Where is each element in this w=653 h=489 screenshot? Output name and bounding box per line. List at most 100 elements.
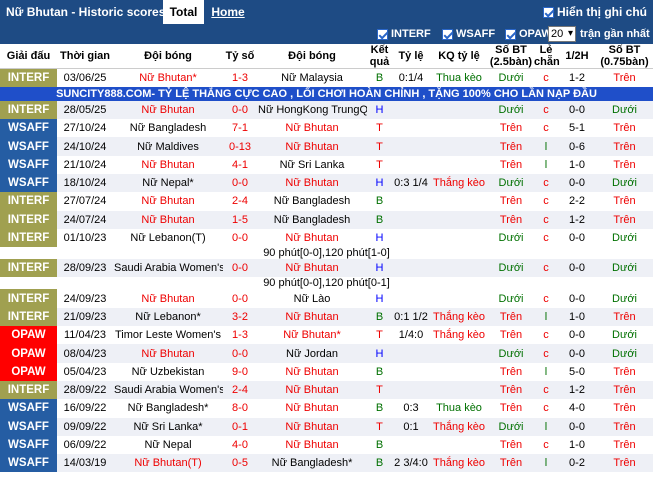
league-badge[interactable]: OPAW [0, 326, 57, 345]
match-score[interactable]: 0-0 [223, 259, 257, 278]
match-score[interactable]: 0-0 [223, 344, 257, 363]
away-team[interactable]: Nữ Bhutan [257, 435, 367, 455]
away-team[interactable]: Nữ HongKong TrungQuốc [257, 100, 367, 120]
league-badge[interactable]: INTERF [0, 307, 57, 327]
home-team[interactable]: Nữ Bhutan [113, 100, 223, 120]
match-score[interactable]: 3-2 [223, 307, 257, 327]
away-team[interactable]: Nữ Bangladesh* [257, 454, 367, 473]
away-team[interactable]: Nữ Bhutan [257, 259, 367, 278]
checkbox-icon[interactable] [543, 6, 554, 18]
home-team[interactable]: Nữ Lebanon* [113, 307, 223, 327]
checkbox-icon[interactable] [377, 28, 388, 40]
match-score[interactable]: 4-1 [223, 155, 257, 174]
match-score[interactable]: 0-0 [223, 228, 257, 248]
match-score[interactable]: 0-0 [223, 173, 257, 193]
match-score[interactable]: 0-0 [223, 100, 257, 120]
checkbox-icon[interactable] [505, 28, 516, 40]
match-score[interactable]: 7-1 [223, 119, 257, 138]
home-team[interactable]: Nữ Uzbekistan [113, 362, 223, 381]
away-team[interactable]: Nữ Malaysia [257, 68, 367, 87]
away-team[interactable]: Nữ Bangladesh [257, 210, 367, 229]
tab-total[interactable]: Total [163, 0, 204, 24]
home-team[interactable]: Timor Leste Women's [113, 326, 223, 345]
top-bar: Nữ Bhutan - Historic scores Total Home H… [0, 0, 653, 24]
home-team[interactable]: Nữ Bhutan [113, 344, 223, 363]
match-result: H [367, 259, 392, 278]
match-score[interactable]: 1-3 [223, 326, 257, 345]
home-team[interactable]: Nữ Bhutan [113, 210, 223, 229]
table-row: WSAFF 16/09/22 Nữ Bangladesh* 8-0 Nữ Bhutan B… [0, 399, 653, 418]
away-team[interactable]: Nữ Lào [257, 289, 367, 308]
ad-banner-row[interactable]: SUNCITY888.COM- TỶ LỆ THẮNG CỰC CAO , LỐ… [0, 86, 653, 101]
match-result: H [367, 100, 392, 120]
league-badge[interactable]: WSAFF [0, 399, 57, 418]
away-team[interactable]: Nữ Bhutan [257, 119, 367, 138]
home-team[interactable]: Nữ Bhutan [113, 192, 223, 211]
match-score[interactable]: 0-13 [223, 137, 257, 156]
home-team[interactable]: Nữ Bhutan [113, 289, 223, 308]
league-badge[interactable]: WSAFF [0, 119, 57, 138]
league-badge[interactable]: OPAW [0, 344, 57, 363]
away-team[interactable]: Nữ Bhutan [257, 307, 367, 327]
match-score[interactable]: 1-3 [223, 68, 257, 87]
league-badge[interactable]: WSAFF [0, 155, 57, 174]
match-score[interactable]: 4-0 [223, 435, 257, 455]
match-score[interactable]: 2-4 [223, 380, 257, 400]
league-badge[interactable]: WSAFF [0, 454, 57, 473]
league-badge[interactable]: INTERF [0, 259, 57, 278]
tab-home[interactable]: Home [208, 0, 248, 24]
away-team[interactable]: Nữ Bhutan [257, 173, 367, 193]
league-badge[interactable]: WSAFF [0, 173, 57, 193]
home-team[interactable]: Nữ Bhutan(T) [113, 454, 223, 473]
league-badge[interactable]: INTERF [0, 210, 57, 229]
home-team[interactable]: Nữ Bangladesh* [113, 399, 223, 418]
league-badge[interactable]: OPAW [0, 362, 57, 381]
away-team[interactable]: Nữ Bangladesh [257, 192, 367, 211]
home-team[interactable]: Saudi Arabia Women's [113, 259, 223, 278]
match-score[interactable]: 0-5 [223, 454, 257, 473]
match-score[interactable]: 9-0 [223, 362, 257, 381]
home-team[interactable]: Nữ Sri Lanka* [113, 417, 223, 436]
match-score[interactable]: 1-5 [223, 210, 257, 229]
show-notes-toggle[interactable]: Hiển thị ghi chú [543, 5, 647, 19]
filter-opaw[interactable]: OPAW [505, 28, 552, 40]
away-team[interactable]: Nữ Bhutan [257, 362, 367, 381]
away-team[interactable]: Nữ Bhutan [257, 380, 367, 400]
checkbox-icon[interactable] [442, 28, 453, 40]
away-team[interactable]: Nữ Bhutan* [257, 326, 367, 345]
goals-075: Dưới [596, 100, 653, 120]
league-badge[interactable]: INTERF [0, 380, 57, 400]
ad-banner[interactable]: SUNCITY888.COM- TỶ LỆ THẮNG CỰC CAO , LỐ… [0, 86, 653, 101]
league-badge[interactable]: INTERF [0, 289, 57, 308]
away-team[interactable]: Nữ Sri Lanka [257, 155, 367, 174]
match-score[interactable]: 0-0 [223, 289, 257, 308]
away-team[interactable]: Nữ Bhutan [257, 399, 367, 418]
odds-result [430, 435, 488, 455]
league-badge[interactable]: INTERF [0, 192, 57, 211]
home-team[interactable]: Nữ Bhutan [113, 155, 223, 174]
home-team[interactable]: Saudi Arabia Women's [113, 380, 223, 400]
away-team[interactable]: Nữ Jordan [257, 344, 367, 363]
home-team[interactable]: Nữ Nepal* [113, 173, 223, 193]
match-score[interactable]: 8-0 [223, 399, 257, 418]
league-badge[interactable]: INTERF [0, 100, 57, 120]
home-team[interactable]: Nữ Maldives [113, 137, 223, 156]
filter-interf[interactable]: INTERF [377, 28, 431, 40]
home-team[interactable]: Nữ Lebanon(T) [113, 228, 223, 248]
league-badge[interactable]: WSAFF [0, 417, 57, 436]
home-team[interactable]: Nữ Nepal [113, 435, 223, 455]
league-badge[interactable]: INTERF [0, 228, 57, 248]
league-badge[interactable]: WSAFF [0, 435, 57, 455]
odds-result: Thắng kèo [430, 326, 488, 345]
match-score[interactable]: 2-4 [223, 192, 257, 211]
league-badge[interactable]: INTERF [0, 68, 57, 87]
match-count-select[interactable]: 20 [548, 26, 576, 42]
filter-wsaff[interactable]: WSAFF [442, 28, 495, 40]
league-badge[interactable]: WSAFF [0, 137, 57, 156]
match-score[interactable]: 0-1 [223, 417, 257, 436]
home-team[interactable]: Nữ Bangladesh [113, 119, 223, 138]
home-team[interactable]: Nữ Bhutan* [113, 68, 223, 87]
away-team[interactable]: Nữ Bhutan [257, 417, 367, 436]
away-team[interactable]: Nữ Bhutan [257, 137, 367, 156]
away-team[interactable]: Nữ Bhutan [257, 228, 367, 248]
